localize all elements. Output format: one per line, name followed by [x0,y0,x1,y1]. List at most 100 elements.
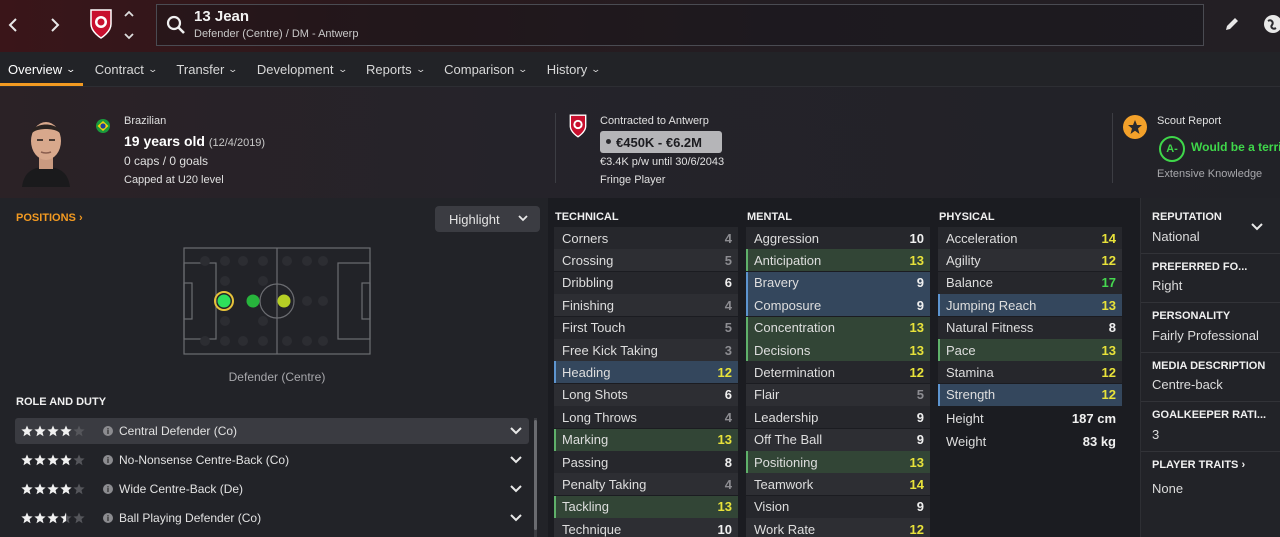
attribute-row[interactable]: Agility 12 [938,249,1122,272]
attribute-row[interactable]: Anticipation 13 [746,249,930,272]
attribute-row[interactable]: Penalty Taking 4 [554,473,738,496]
attribute-row[interactable]: Pace 13 [938,339,1122,361]
forward-icon[interactable] [44,12,66,38]
tab-overview[interactable]: Overview ⌄ [0,52,83,86]
chevron-down-icon[interactable] [124,33,134,40]
tab-transfer[interactable]: Transfer ⌄ [168,52,244,86]
tab-contract[interactable]: Contract ⌄ [87,52,165,86]
chevron-down-icon[interactable] [507,456,525,464]
attribute-name: Determination [754,364,835,380]
attribute-row[interactable]: Jumping Reach 13 [938,294,1122,317]
tab-reports[interactable]: Reports ⌄ [358,52,432,86]
attribute-row[interactable]: First Touch 5 [554,316,738,339]
info-icon[interactable]: i [103,455,113,465]
attribute-row[interactable]: Finishing 4 [554,294,738,317]
player-traits-link[interactable]: PLAYER TRAITS › [1152,459,1245,471]
info-icon[interactable]: i [103,426,113,436]
attribute-row[interactable]: Work Rate 12 [746,518,930,537]
attribute-row[interactable]: Concentration 13 [746,316,930,339]
role-row[interactable]: i Wide Centre-Back (De) [15,476,529,502]
club-badge-icon[interactable] [88,8,114,40]
attribute-row[interactable]: Acceleration 14 [938,227,1122,249]
attribute-row[interactable]: Tackling 13 [554,495,738,518]
attribute-row[interactable]: Long Shots 6 [554,383,738,406]
globe-icon[interactable] [1262,13,1280,35]
tab-label: Contract [94,61,144,77]
attribute-name: Anticipation [754,252,822,268]
chevron-up-icon[interactable] [124,10,134,17]
attribute-value: 14 [909,476,924,492]
attribute-row[interactable]: Passing 8 [554,451,738,473]
role-stars [15,512,95,524]
chevron-down-icon[interactable] [507,514,525,522]
tab-history[interactable]: History ⌄ [539,52,608,86]
attribute-row[interactable]: Vision 9 [746,495,930,518]
attribute-row[interactable]: Aggression 10 [746,227,930,249]
attribute-row[interactable]: Free Kick Taking 3 [554,339,738,361]
attribute-value: 8 [724,454,732,470]
star-icon [60,512,72,524]
attribute-row[interactable]: Heading 12 [554,361,738,384]
chevron-right-icon: › [78,212,83,224]
attribute-row[interactable]: Decisions 13 [746,339,930,361]
attribute-row[interactable]: Determination 12 [746,361,930,384]
attribute-row[interactable]: Positioning 13 [746,451,930,473]
chevron-down-icon[interactable] [507,427,525,435]
star-icon [73,512,85,524]
search-icon[interactable] [165,14,187,36]
role-row[interactable]: i Ball Playing Defender (Co) [15,505,529,531]
personality-label: PERSONALITY [1152,310,1231,322]
attribute-row[interactable]: Flair 5 [746,383,930,406]
roles-scrollbar-thumb[interactable] [534,420,537,530]
attribute-value: 9 [916,409,924,425]
chevron-down-icon[interactable] [1251,218,1263,236]
attribute-value: 4 [724,409,732,425]
attribute-row[interactable]: Off The Ball 9 [746,428,930,451]
club-switcher[interactable] [120,10,138,40]
attribute-name: Technique [562,521,622,537]
highlight-label: Highlight [449,211,500,227]
divider [1112,113,1113,183]
pitch-position-label: Defender (Centre) [228,370,326,384]
attribute-row[interactable]: Strength 12 [938,383,1122,406]
attribute-row[interactable]: Teamwork 14 [746,473,930,496]
role-name: Ball Playing Defender (Co) [119,511,262,525]
role-row[interactable]: i Central Defender (Co) [15,418,529,444]
attribute-row[interactable]: Stamina 12 [938,361,1122,384]
attribute-row[interactable]: Long Throws 4 [554,406,738,429]
attribute-name: Aggression [754,230,820,246]
tab-comparison[interactable]: Comparison ⌄ [436,52,535,86]
chevron-down-icon[interactable] [507,485,525,493]
player-search-box[interactable]: 13 Jean Defender (Centre) / DM - Antwerp [156,4,1204,46]
highlight-dropdown[interactable]: Highlight [435,206,540,232]
role-stars [15,454,95,466]
player-subtitle: Defender (Centre) / DM - Antwerp [194,28,359,40]
role-stars [15,483,95,495]
flag-brazil-icon [96,119,110,133]
tab-development[interactable]: Development ⌄ [249,52,354,86]
attribute-name: Concentration [754,320,835,336]
back-icon[interactable] [2,12,24,38]
attribute-row[interactable]: Leadership 9 [746,406,930,429]
star-icon [47,483,59,495]
attribute-name: Marking [562,432,609,448]
info-icon[interactable]: i [103,513,113,523]
scout-report-title[interactable]: Scout Report [1157,115,1221,127]
attribute-row[interactable]: Marking 13 [554,428,738,451]
attribute-row[interactable]: Bravery 9 [746,271,930,294]
attribute-row[interactable]: Corners 4 [554,227,738,249]
positions-link[interactable]: POSITIONS › [16,212,83,224]
attribute-row[interactable]: Natural Fitness 8 [938,316,1122,339]
attribute-row[interactable]: Balance 17 [938,271,1122,294]
attribute-row[interactable]: Composure 9 [746,294,930,317]
attribute-value: 13 [717,499,732,515]
info-icon[interactable]: i [103,484,113,494]
chevron-down-icon: ⌄ [147,63,158,74]
attribute-row[interactable]: Technique 10 [554,518,738,537]
attribute-row[interactable]: Dribbling 6 [554,271,738,294]
attribute-name: Corners [562,230,609,246]
attribute-value: 13 [909,252,924,268]
edit-icon[interactable] [1222,14,1242,34]
role-row[interactable]: i No-Nonsense Centre-Back (Co) [15,447,529,473]
attribute-row[interactable]: Crossing 5 [554,249,738,272]
